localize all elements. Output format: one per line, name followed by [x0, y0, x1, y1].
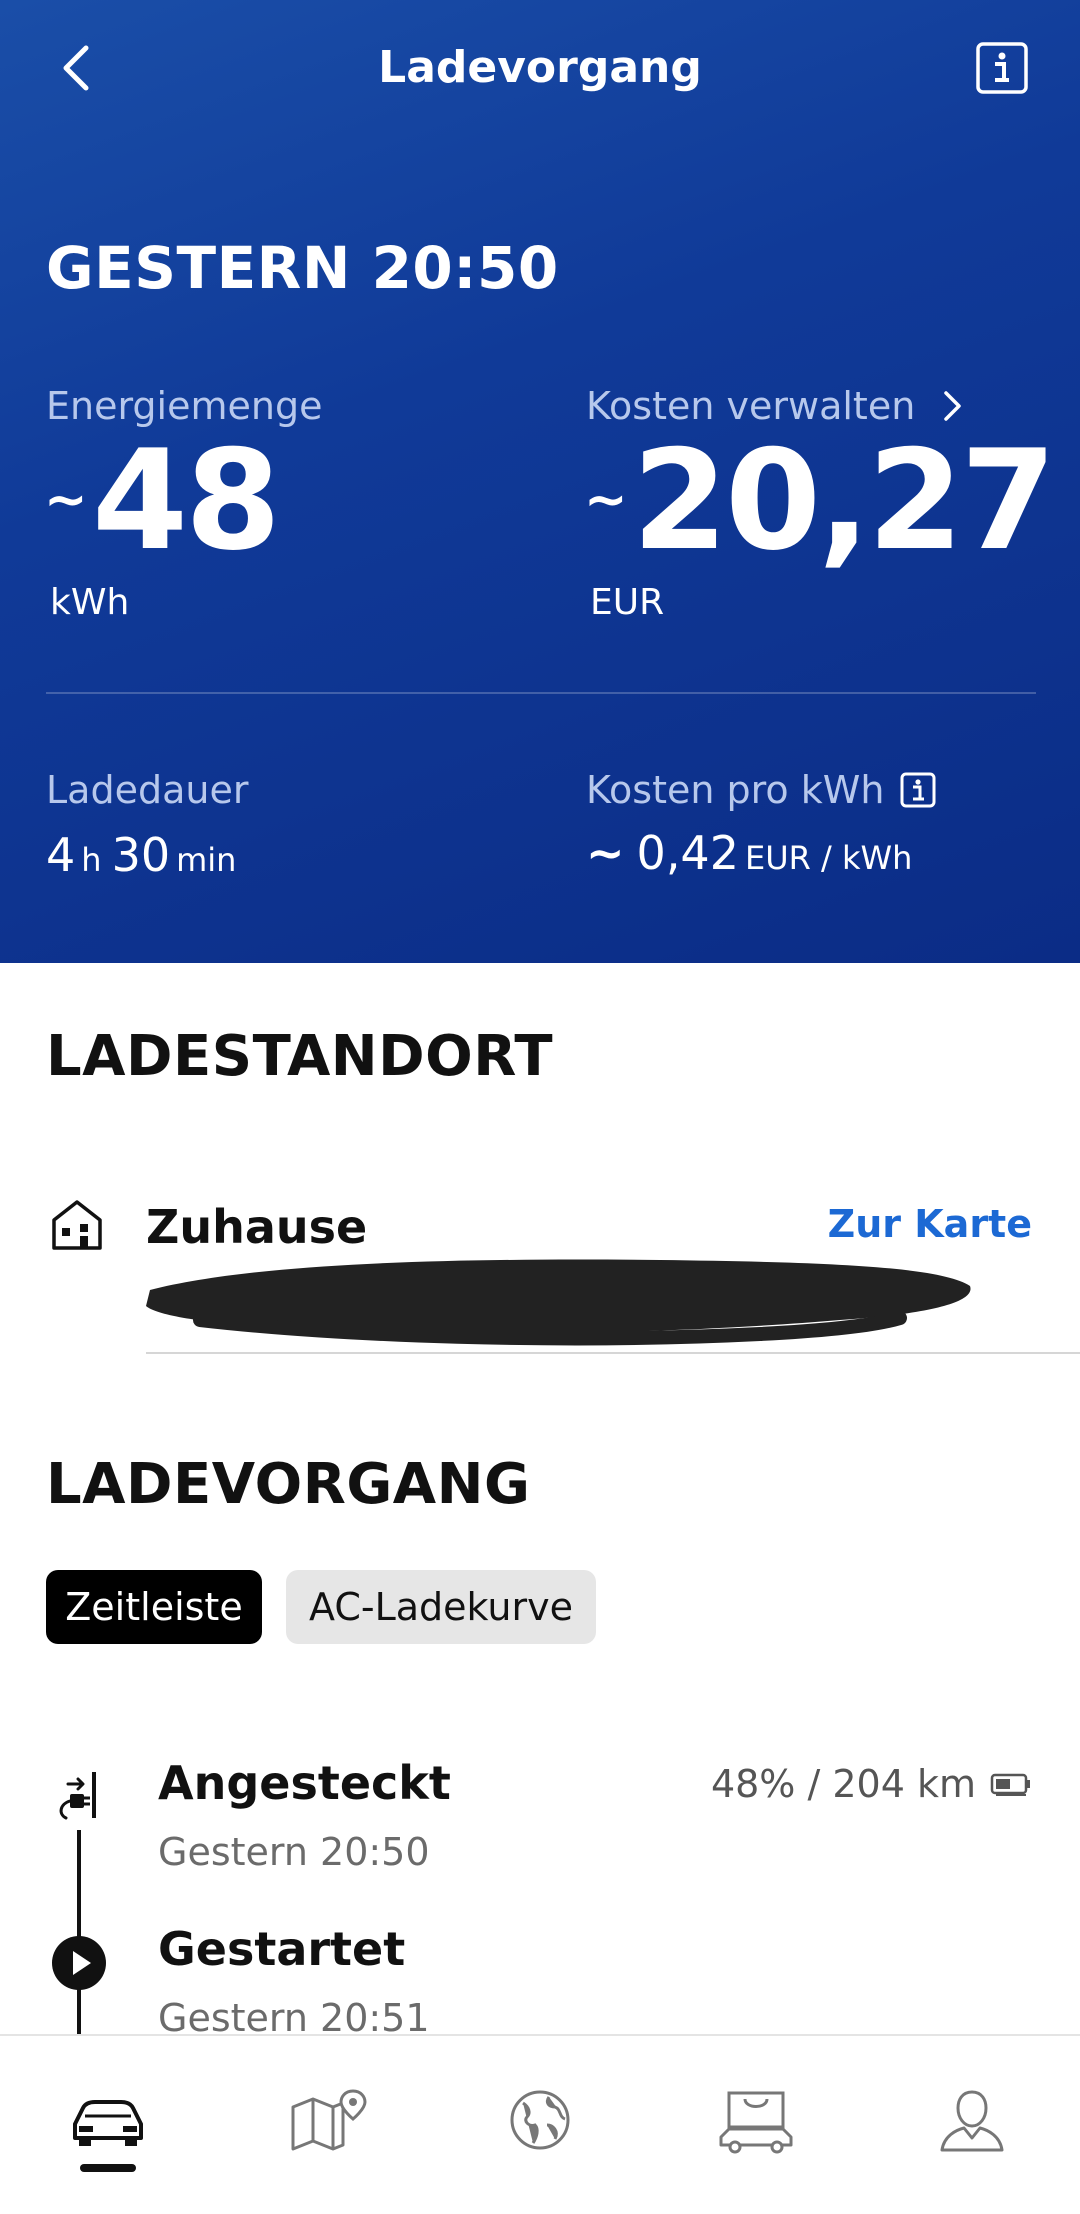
- nav-shop[interactable]: [706, 2080, 806, 2160]
- cost-per-kwh-label-row: Kosten pro kWh: [586, 768, 936, 812]
- top-bar: Ladevorgang: [0, 0, 1080, 140]
- duration-value: 4 h 30 min: [46, 828, 246, 882]
- redacted-address: [146, 1259, 971, 1346]
- duration-hours-unit: h: [81, 841, 102, 879]
- globe-icon: [510, 2090, 570, 2150]
- info-button[interactable]: [976, 42, 1028, 94]
- play-icon: [52, 1936, 106, 1990]
- battery-status-text: 48% / 204 km: [710, 1762, 976, 1806]
- plug-icon: [59, 1772, 96, 1820]
- energy-unit: kWh: [50, 582, 130, 623]
- location-section-title: LADESTANDORT: [46, 1024, 554, 1089]
- duration-hours: 4: [46, 828, 76, 882]
- timeline-started-title: Gestartet: [158, 1922, 406, 1976]
- timeline-connector: [77, 1996, 81, 2036]
- car-icon: [73, 2100, 143, 2146]
- energy-value: 48: [92, 420, 281, 581]
- nav-map[interactable]: [278, 2080, 378, 2160]
- active-tab-indicator: [80, 2164, 136, 2172]
- battery-icon: [990, 1773, 1030, 1796]
- duration-minutes: 30: [111, 828, 171, 882]
- page-title: Ladevorgang: [378, 42, 702, 93]
- cost-per-kwh-value: 0,42: [636, 826, 739, 880]
- info-icon[interactable]: [900, 772, 936, 808]
- cost-per-kwh-label: Kosten pro kWh: [586, 768, 885, 812]
- house-icon: [52, 1200, 102, 1250]
- cost-per-kwh-unit: EUR / kWh: [744, 839, 913, 877]
- energy-approx-sign: ~: [44, 470, 88, 530]
- cost-approx-sign: ~: [584, 470, 628, 530]
- location-divider: [146, 1352, 1080, 1354]
- timeline-plugged-title: Angesteckt: [158, 1756, 451, 1810]
- battery-status: 48% / 204 km: [711, 1762, 1032, 1806]
- map-pin-icon: [291, 2089, 367, 2151]
- chevron-right-icon: [944, 391, 962, 421]
- cost-unit: EUR: [590, 582, 665, 623]
- tab-ac-charging-curve[interactable]: AC-Ladekurve: [286, 1570, 596, 1644]
- timeline-plugged-time: Gestern 20:50: [158, 1830, 430, 1874]
- duration-minutes-unit: min: [176, 841, 237, 879]
- cost-per-kwh-value-row: ~ 0,42 EUR / kWh: [586, 826, 922, 880]
- shop-icon: [719, 2091, 793, 2154]
- session-date: GESTERN 20:50: [46, 234, 559, 302]
- duration-label: Ladedauer: [46, 768, 249, 812]
- info-icon: [976, 42, 1028, 94]
- cost-value: 20,27: [632, 420, 1057, 581]
- tab-timeline[interactable]: Zeitleiste: [46, 1570, 262, 1644]
- cost-per-kwh-approx-sign: ~: [586, 826, 625, 880]
- header-divider: [46, 692, 1036, 694]
- session-section-title: LADEVORGANG: [46, 1452, 531, 1517]
- nav-vehicle[interactable]: [58, 2080, 158, 2160]
- nav-explore[interactable]: [490, 2080, 590, 2160]
- bottom-navigation: [0, 2034, 1080, 2214]
- profile-icon: [940, 2090, 1004, 2152]
- nav-profile[interactable]: [922, 2080, 1022, 2160]
- charging-summary-header: Ladevorgang GESTERN 20:50 Energiemenge ~…: [0, 0, 1080, 963]
